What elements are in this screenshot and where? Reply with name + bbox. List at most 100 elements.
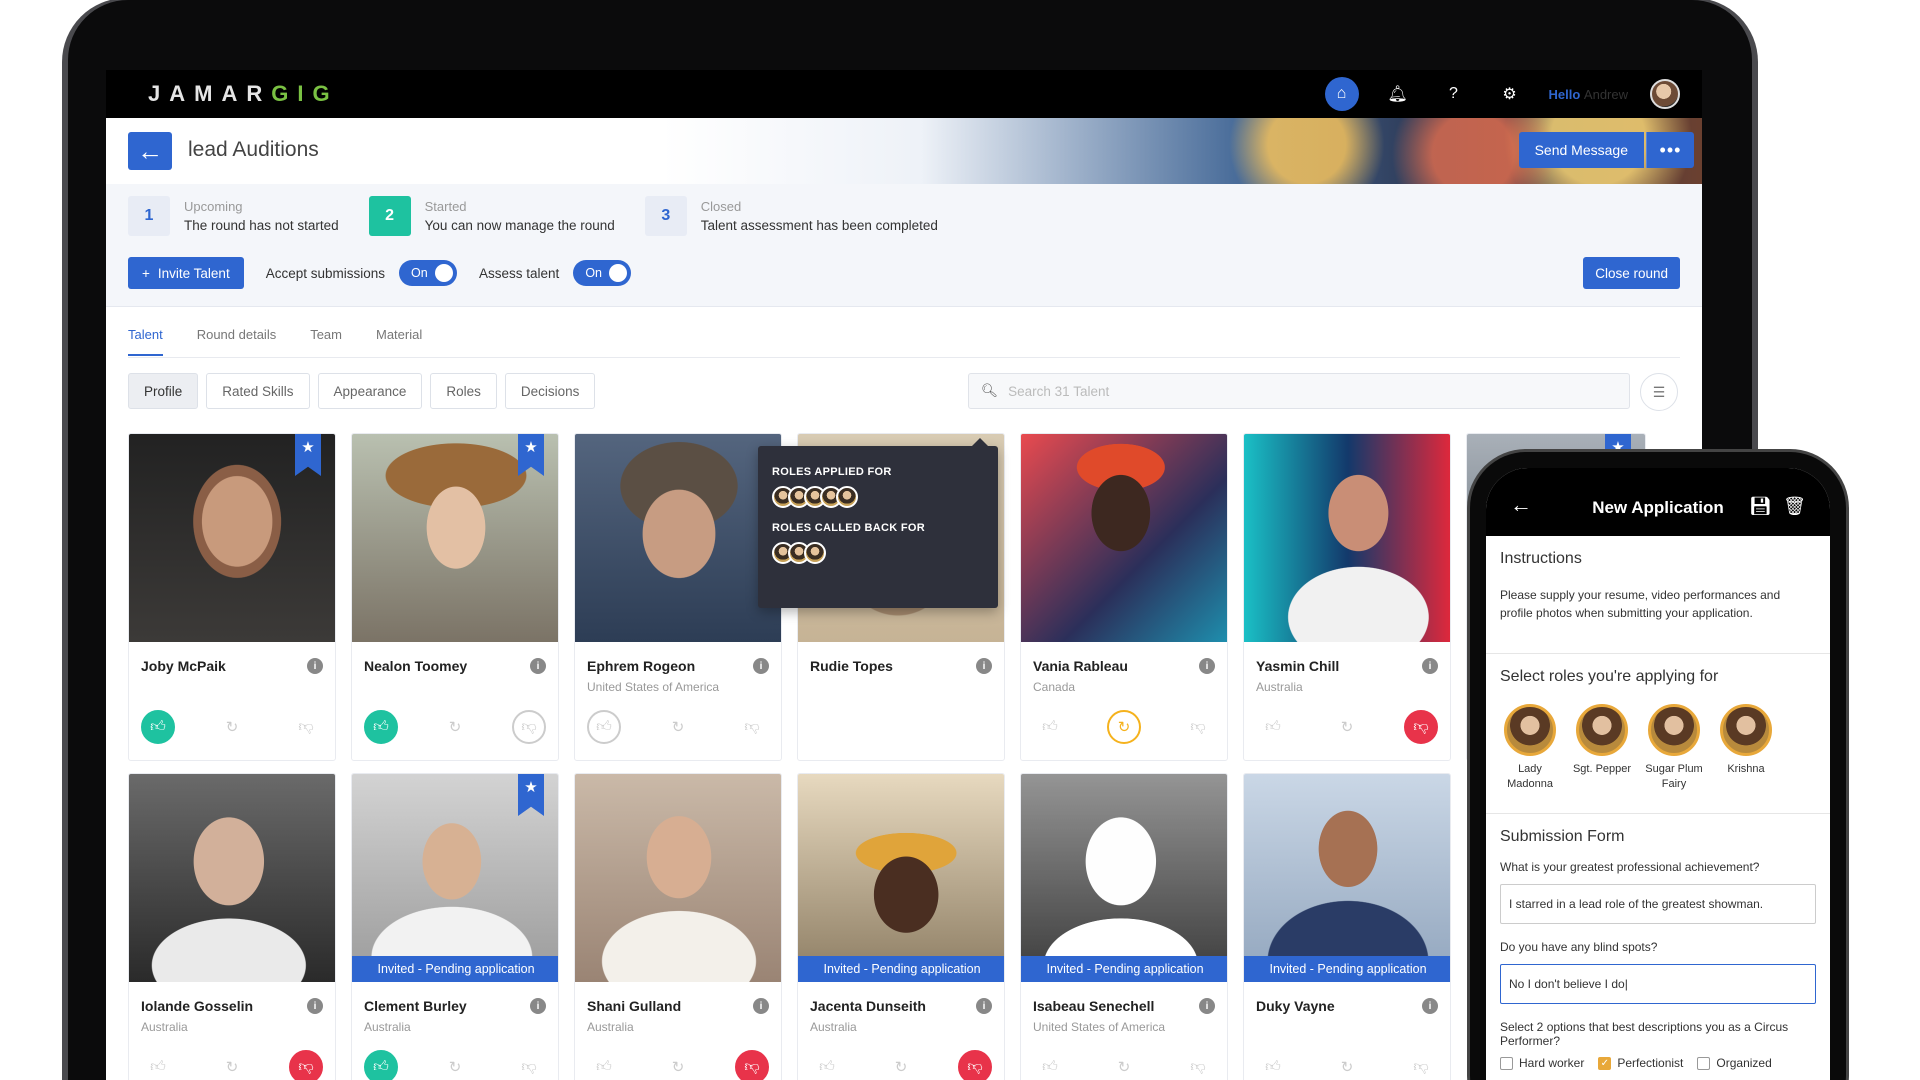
list-view-button[interactable]: ☰ (1640, 373, 1678, 411)
assess-talent-toggle[interactable]: On (573, 260, 632, 286)
checkbox-hard-worker[interactable]: Hard worker (1500, 1056, 1584, 1070)
bell-icon[interactable]: 🔔︎ (1381, 77, 1415, 111)
send-message-button[interactable]: Send Message (1518, 132, 1644, 168)
thumbs-down-icon[interactable]: 👎︎ (289, 1050, 323, 1080)
home-icon[interactable]: ⌂ (1324, 77, 1359, 111)
back-button[interactable]: ← (128, 132, 172, 170)
info-icon[interactable]: i (1422, 658, 1438, 674)
role-option[interactable]: Sugar Plum Fairy (1644, 704, 1704, 792)
info-icon[interactable]: i (1199, 998, 1215, 1014)
thumbs-up-icon[interactable]: 👍︎ (587, 710, 621, 744)
talent-name[interactable]: Rudie Topes (810, 658, 893, 674)
talent-name[interactable]: Jacenta Dunseith (810, 998, 926, 1014)
info-icon[interactable]: i (1422, 998, 1438, 1014)
talent-photo[interactable] (575, 774, 781, 982)
callback-icon[interactable]: ↻ (1107, 710, 1141, 744)
callback-icon[interactable]: ↻ (661, 1050, 695, 1080)
thumbs-up-icon[interactable]: 👍︎ (141, 710, 175, 744)
thumbs-up-icon[interactable]: 👍︎ (587, 1050, 621, 1080)
thumbs-down-icon[interactable]: 👎︎ (735, 710, 769, 744)
tab-material[interactable]: Material (376, 327, 422, 356)
callback-icon[interactable]: ↻ (884, 1050, 918, 1080)
filter-roles[interactable]: Roles (430, 373, 497, 409)
talent-name[interactable]: Vania Rableau (1033, 658, 1128, 674)
callback-icon[interactable]: ↻ (661, 710, 695, 744)
role-option[interactable]: Krishna (1716, 704, 1776, 792)
thumbs-up-icon[interactable]: 👍︎ (1033, 1050, 1067, 1080)
callback-icon[interactable]: ↻ (215, 710, 249, 744)
info-icon[interactable]: i (976, 998, 992, 1014)
thumbs-down-icon[interactable]: 👎︎ (512, 710, 546, 744)
callback-icon[interactable]: ↻ (438, 710, 472, 744)
close-round-button[interactable]: Close round (1583, 257, 1680, 289)
talent-card[interactable]: ★ Joby McPaik i 👍︎ ↻ 👎︎ (128, 433, 336, 761)
thumbs-down-icon[interactable]: 👎︎ (1181, 710, 1215, 744)
gear-icon[interactable]: ⚙ (1493, 77, 1527, 111)
thumbs-down-icon[interactable]: 👎︎ (512, 1050, 546, 1080)
talent-name[interactable]: Nealon Toomey (364, 658, 467, 674)
talent-name[interactable]: Duky Vayne (1256, 998, 1335, 1014)
filter-profile[interactable]: Profile (128, 373, 199, 409)
role-option[interactable]: Sgt. Pepper (1572, 704, 1632, 792)
info-icon[interactable]: i (976, 658, 992, 674)
help-icon[interactable]: ? (1437, 77, 1471, 111)
thumbs-up-icon[interactable]: 👍︎ (1033, 710, 1067, 744)
talent-card[interactable]: Shani Gulland Australia i 👍︎ ↻ 👎︎ (574, 773, 782, 1080)
save-icon[interactable]: 💾︎ (1749, 496, 1772, 517)
tab-round-details[interactable]: Round details (197, 327, 277, 356)
accept-submissions-toggle[interactable]: On (399, 260, 458, 286)
info-icon[interactable]: i (753, 658, 769, 674)
filter-appearance[interactable]: Appearance (317, 373, 423, 409)
thumbs-up-icon[interactable]: 👍︎ (141, 1050, 175, 1080)
talent-photo[interactable] (1021, 774, 1227, 982)
info-icon[interactable]: i (1199, 658, 1215, 674)
talent-photo[interactable] (1244, 774, 1450, 982)
search-talent-input[interactable]: 🔍︎ Search 31 Talent (968, 373, 1630, 409)
talent-name[interactable]: Yasmin Chill (1256, 658, 1339, 674)
thumbs-down-icon[interactable]: 👎︎ (1404, 1050, 1438, 1080)
thumbs-up-icon[interactable]: 👍︎ (364, 1050, 398, 1080)
talent-name[interactable]: Iolande Gosselin (141, 998, 253, 1014)
talent-name[interactable]: Isabeau Senechell (1033, 998, 1154, 1014)
talent-card[interactable]: ★ Nealon Toomey i 👍︎ ↻ 👎︎ (351, 433, 559, 761)
info-icon[interactable]: i (307, 658, 323, 674)
talent-photo[interactable] (129, 774, 335, 982)
filter-decisions[interactable]: Decisions (504, 373, 596, 409)
talent-card[interactable]: Invited - Pending application Duky Vayne… (1243, 773, 1451, 1080)
callback-icon[interactable]: ↻ (1330, 1050, 1364, 1080)
info-icon[interactable]: i (307, 998, 323, 1014)
talent-name[interactable]: Clement Burley (364, 998, 467, 1014)
filter-rated-skills[interactable]: Rated Skills (206, 373, 310, 409)
talent-card[interactable]: Vania Rableau Canada i 👍︎ ↻ 👎︎ (1020, 433, 1228, 761)
talent-card[interactable]: Iolande Gosselin Australia i 👍︎ ↻ 👎︎ (128, 773, 336, 1080)
callback-icon[interactable]: ↻ (215, 1050, 249, 1080)
thumbs-down-icon[interactable]: 👎︎ (1404, 710, 1438, 744)
callback-icon[interactable]: ↻ (1330, 710, 1364, 744)
talent-card[interactable]: Invited - Pending application Isabeau Se… (1020, 773, 1228, 1080)
more-options-button[interactable]: ••• (1646, 132, 1694, 168)
achievement-field[interactable]: I starred in a lead role of the greatest… (1500, 884, 1816, 924)
talent-card[interactable]: ★ Invited - Pending application Clement … (351, 773, 559, 1080)
info-icon[interactable]: i (753, 998, 769, 1014)
talent-name[interactable]: Shani Gulland (587, 998, 681, 1014)
thumbs-down-icon[interactable]: 👎︎ (1181, 1050, 1215, 1080)
thumbs-up-icon[interactable]: 👍︎ (810, 1050, 844, 1080)
info-icon[interactable]: i (530, 658, 546, 674)
thumbs-down-icon[interactable]: 👎︎ (958, 1050, 992, 1080)
logo[interactable]: JAMARGIG (148, 81, 339, 107)
thumbs-down-icon[interactable]: 👎︎ (289, 710, 323, 744)
talent-photo[interactable] (1244, 434, 1450, 642)
invite-talent-button[interactable]: + Invite Talent (128, 257, 244, 289)
thumbs-up-icon[interactable]: 👍︎ (364, 710, 398, 744)
tab-talent[interactable]: Talent (128, 327, 163, 356)
trash-icon[interactable]: 🗑︎ (1783, 496, 1806, 517)
talent-name[interactable]: Joby McPaik (141, 658, 226, 674)
checkbox-perfectionist[interactable]: ✓ Perfectionist (1598, 1056, 1683, 1070)
role-option[interactable]: Lady Madonna (1500, 704, 1560, 792)
callback-icon[interactable]: ↻ (1107, 1050, 1141, 1080)
talent-card[interactable]: Invited - Pending application Jacenta Du… (797, 773, 1005, 1080)
thumbs-up-icon[interactable]: 👍︎ (1256, 1050, 1290, 1080)
thumbs-down-icon[interactable]: 👎︎ (735, 1050, 769, 1080)
talent-name[interactable]: Ephrem Rogeon (587, 658, 695, 674)
talent-photo[interactable] (1021, 434, 1227, 642)
